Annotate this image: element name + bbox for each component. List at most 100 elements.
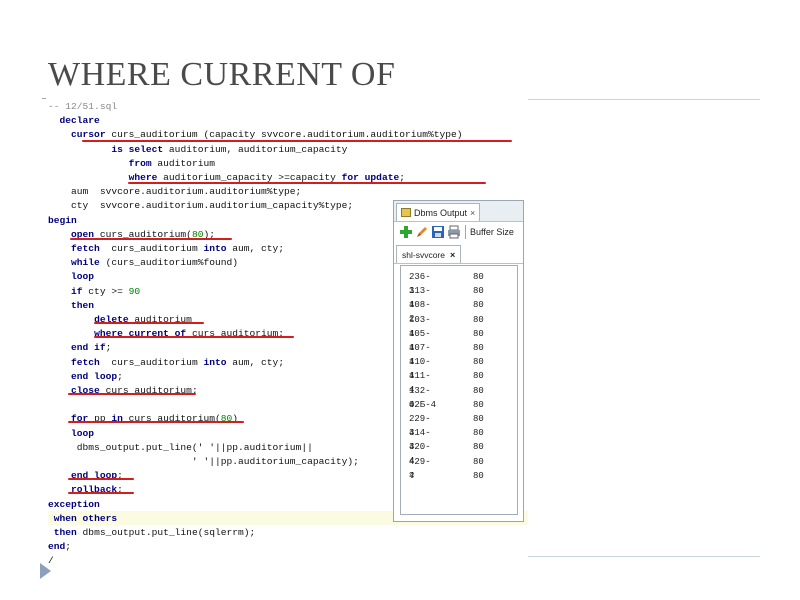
output-capacity: 80 <box>473 470 484 481</box>
connection-close-icon[interactable]: × <box>450 250 455 260</box>
code-token: ; <box>105 342 112 354</box>
code-line: loop <box>48 427 94 441</box>
code-line: end loop; <box>48 469 123 483</box>
output-capacity: 80 <box>473 343 484 353</box>
slide-title: WHERE CURRENT OF <box>48 56 396 93</box>
code-token: ' '||pp.auditorium_capacity); <box>48 456 359 467</box>
divider-bottom <box>528 556 760 557</box>
code-token: begin <box>48 214 77 226</box>
code-line: close curs_auditorium; <box>48 384 198 398</box>
code-line: for pp in curs_auditorium(80) <box>48 412 238 426</box>
code-token: aum svvcore.auditorium.auditorium%type; <box>48 186 302 198</box>
code-token: cty >= <box>82 285 129 297</box>
output-text-area[interactable]: 236-1 80 313-1 80 408-2 80 103-4 80 105-4 80 107-4… <box>400 265 518 515</box>
output-capacity: 80 <box>473 328 484 339</box>
underline-where-current <box>94 336 294 338</box>
code-line: ' '||pp.auditorium_capacity); <box>48 455 359 469</box>
code-line: fetch curs_auditorium into aum, cty; <box>48 356 284 370</box>
code-token: into <box>203 243 227 254</box>
code-line: loop <box>48 270 94 284</box>
underline-rollback <box>68 492 134 494</box>
code-line: dbms_output.put_line(' '||pp.auditorium|… <box>48 441 313 455</box>
code-token: (curs_auditorium%found) <box>99 257 239 269</box>
code-token: ; <box>117 370 123 382</box>
code-line: then <box>48 299 94 313</box>
code-token: loop <box>71 427 95 439</box>
edit-icon[interactable] <box>415 225 429 239</box>
output-capacity: 80 <box>473 414 484 424</box>
code-line: where current of curs auditorium; <box>48 327 284 341</box>
code-line: cty svvcore.auditorium.auditorium_capaci… <box>48 199 353 213</box>
code-line: fetch curs_auditorium into aum, cty; <box>48 242 284 256</box>
code-line: from auditorium <box>48 157 215 171</box>
output-capacity: 80 <box>473 371 484 382</box>
nav-arrow-icon[interactable] <box>40 563 51 579</box>
code-token: dbms_output.put_line(' '||pp.auditorium|… <box>48 441 313 453</box>
code-token: if <box>71 285 83 297</box>
code-token: aum, cty; <box>226 243 285 254</box>
code-token: auditorium, auditorium_capacity <box>163 143 348 155</box>
code-line: end; <box>48 540 71 554</box>
output-capacity: 80 <box>473 456 484 467</box>
output-capacity: 80 <box>473 442 484 453</box>
code-line: while (curs_auditorium%found) <box>48 256 238 270</box>
code-token: while <box>71 257 100 269</box>
code-token: curs_auditorium <box>99 356 204 368</box>
code-token: dbms_output.put_line(sqlerrm); <box>76 527 256 538</box>
code-line: rollback; <box>48 483 123 497</box>
code-line: -- 12/51.sql <box>48 100 117 114</box>
print-icon[interactable] <box>447 225 461 239</box>
divider-top <box>528 99 760 100</box>
output-auditorium: ? <box>409 470 415 481</box>
code-line: is select auditorium, auditorium_capacit… <box>48 143 347 157</box>
code-token: then <box>71 299 95 311</box>
tab-connection[interactable]: shl-svvcore × <box>396 245 462 263</box>
code-token: fetch <box>71 243 100 254</box>
output-capacity: 80 <box>473 286 484 297</box>
tab-dbms-output[interactable]: Dbms Output × <box>396 203 481 221</box>
code-line: delete auditorium <box>48 313 192 327</box>
add-icon[interactable] <box>399 225 413 239</box>
toolbar-separator <box>465 225 466 239</box>
close-icon[interactable]: × <box>470 208 475 218</box>
dbms-toolbar: Buffer Size <box>394 222 523 242</box>
code-line: if cty >= 90 <box>48 285 140 299</box>
code-line: begin <box>48 214 77 228</box>
code-line: exception <box>48 498 100 512</box>
underline-delete <box>94 322 204 324</box>
connection-label: shl-svvcore <box>402 249 445 260</box>
code-token: aum, cty; <box>226 356 285 368</box>
code-line: aum svvcore.auditorium.auditorium%type; <box>48 185 301 199</box>
dbms-tab-bar: Dbms Output × <box>394 201 523 222</box>
save-icon[interactable] <box>431 225 445 239</box>
output-capacity: 80 <box>473 399 484 410</box>
code-token: -- 12/51.sql <box>48 101 118 112</box>
underline-for-update <box>128 182 486 184</box>
code-line: end loop; <box>48 370 123 384</box>
dbms-output-panel[interactable]: Dbms Output × Buffer Size shl-svvcore × … <box>393 200 524 522</box>
code-line: when others <box>48 512 117 526</box>
code-token: cursor <box>71 129 106 141</box>
code-token: ; <box>65 541 72 553</box>
code-line: declare <box>48 114 100 128</box>
code-token: declare <box>59 115 100 127</box>
output-capacity: 80 <box>473 272 484 282</box>
underline-open <box>70 238 232 240</box>
buffer-size-label: Buffer Size <box>470 227 514 237</box>
code-token: cty svvcore.auditorium.auditorium_capaci… <box>48 200 354 212</box>
code-token: is select <box>111 143 164 155</box>
output-auditorium: 02Б-4 <box>409 399 437 410</box>
